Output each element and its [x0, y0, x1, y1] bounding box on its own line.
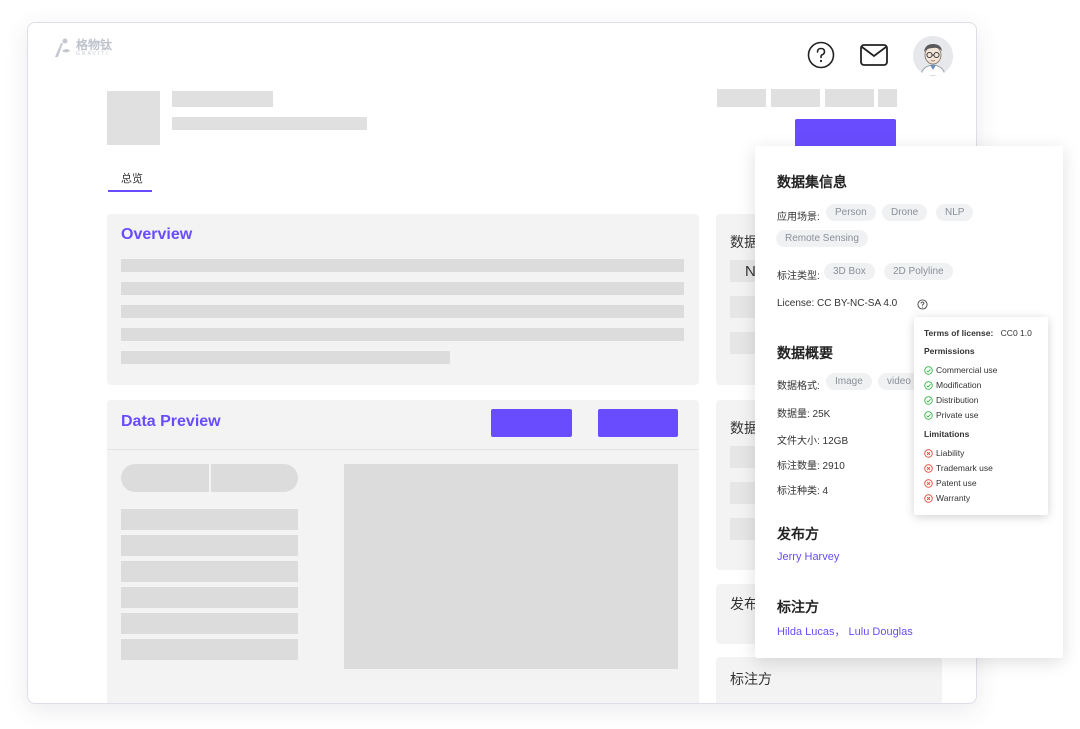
text-placeholder	[121, 259, 684, 272]
annotation-count: 标注数量: 2910	[777, 461, 845, 472]
scenario-chip[interactable]: Drone	[882, 204, 928, 221]
summary-title: 数据概要	[777, 345, 833, 361]
question-circle-icon[interactable]	[917, 299, 928, 310]
text-placeholder	[121, 305, 684, 318]
side-section-title: 标注方	[730, 671, 772, 687]
x-circle-icon	[924, 448, 933, 458]
action-placeholder[interactable]	[825, 89, 874, 107]
list-placeholder[interactable]	[121, 613, 298, 634]
segment-placeholder[interactable]	[121, 464, 209, 492]
annotator-links[interactable]: Hilda Lucas， Lulu Douglas	[777, 623, 913, 639]
action-placeholder[interactable]	[771, 89, 820, 107]
preview-image-placeholder	[344, 464, 678, 669]
list-placeholder[interactable]	[121, 561, 298, 582]
annotation-type-chip[interactable]: 2D Polyline	[884, 263, 953, 280]
divider	[107, 449, 699, 450]
check-circle-icon	[924, 395, 933, 405]
file-size: 文件大小: 12GB	[777, 436, 849, 447]
overview-title: Overview	[121, 226, 193, 243]
format-label: 数据格式:	[777, 381, 820, 392]
format-chip[interactable]: Image	[826, 373, 872, 390]
title-placeholder	[172, 91, 273, 107]
subtitle-placeholder	[172, 117, 367, 130]
list-placeholder[interactable]	[121, 509, 298, 530]
action-placeholder[interactable]	[878, 89, 897, 107]
scenario-label: 应用场景:	[777, 212, 820, 223]
data-preview-title: Data Preview	[121, 413, 221, 430]
preview-action-button[interactable]	[491, 409, 572, 437]
tab-active-indicator	[108, 190, 152, 192]
limitation-item: Warranty	[924, 493, 970, 503]
limitation-label: Patent use	[936, 478, 977, 488]
dataset-info-title: 数据集信息	[777, 174, 847, 190]
scenario-chip[interactable]: Person	[826, 204, 876, 221]
action-placeholder[interactable]	[717, 89, 766, 107]
x-circle-icon	[924, 463, 933, 473]
brand-logo[interactable]: 格物钛 GRAVITI	[52, 37, 112, 59]
check-circle-icon	[924, 410, 933, 420]
permission-item: Commercial use	[924, 365, 997, 375]
text-placeholder	[121, 282, 684, 295]
data-count: 数据量: 25K	[777, 409, 831, 420]
terms-value: CC0 1.0	[1000, 328, 1032, 338]
permission-label: Commercial use	[936, 365, 998, 375]
side-panel-annotator: 标注方	[716, 657, 942, 703]
data-preview-panel: Data Preview	[107, 400, 699, 703]
publisher-title: 发布方	[777, 526, 819, 542]
annotator-title: 标注方	[777, 599, 819, 615]
permission-label: Distribution	[936, 395, 979, 405]
annotation-type-chip[interactable]: 3D Box	[824, 263, 875, 280]
preview-action-button[interactable]	[598, 409, 678, 437]
permission-label: Modification	[936, 380, 982, 390]
annotation-kinds: 标注种类: 4	[777, 486, 829, 497]
limitation-label: Liability	[936, 448, 965, 458]
primary-action-button[interactable]	[795, 119, 896, 149]
avatar-illustration	[913, 36, 953, 76]
list-placeholder[interactable]	[121, 639, 298, 660]
mail-icon[interactable]	[860, 44, 888, 66]
overview-panel: Overview	[107, 214, 699, 385]
publisher-link[interactable]: Jerry Harvey	[777, 551, 839, 563]
license-text: License: CC BY-NC-SA 4.0	[777, 298, 898, 309]
side-section-title: 数据	[730, 420, 758, 436]
terms-row: Terms of license: CC0 1.0	[924, 328, 1032, 338]
scenario-chip[interactable]: Remote Sensing	[776, 230, 868, 247]
list-placeholder[interactable]	[121, 535, 298, 556]
x-circle-icon	[924, 493, 933, 503]
limitations-title: Limitations	[924, 429, 970, 439]
tab-overview[interactable]: 总览	[121, 170, 143, 186]
limitation-label: Trademark use	[936, 463, 993, 473]
check-circle-icon	[924, 380, 933, 390]
limitation-label: Warranty	[936, 493, 971, 503]
license-tooltip: Terms of license: CC0 1.0 Permissions Co…	[914, 317, 1048, 515]
limitation-item: Trademark use	[924, 463, 993, 473]
graviti-logo-icon	[55, 38, 70, 57]
terms-label: Terms of license:	[924, 328, 994, 338]
help-icon[interactable]	[807, 41, 835, 69]
permission-item: Distribution	[924, 395, 979, 405]
permissions-title: Permissions	[924, 346, 975, 356]
permission-item: Private use	[924, 410, 979, 420]
limitation-item: Patent use	[924, 478, 977, 488]
text-placeholder	[121, 328, 684, 341]
limitation-item: Liability	[924, 448, 964, 458]
permission-label: Private use	[936, 410, 979, 420]
list-placeholder[interactable]	[121, 587, 298, 608]
avatar[interactable]	[913, 36, 953, 76]
brand-sub: GRAVITI	[76, 51, 110, 57]
text-placeholder	[121, 351, 450, 364]
permission-item: Modification	[924, 380, 981, 390]
segment-placeholder[interactable]	[211, 464, 298, 492]
check-circle-icon	[924, 365, 933, 375]
side-section-title: 发布	[730, 596, 758, 612]
dataset-cover-placeholder	[107, 91, 160, 145]
x-circle-icon	[924, 478, 933, 488]
annotation-type-label: 标注类型:	[777, 271, 820, 282]
side-section-title: 数据	[730, 234, 758, 250]
scenario-chip[interactable]: NLP	[936, 204, 974, 221]
brand-name: 格物钛	[76, 38, 113, 52]
